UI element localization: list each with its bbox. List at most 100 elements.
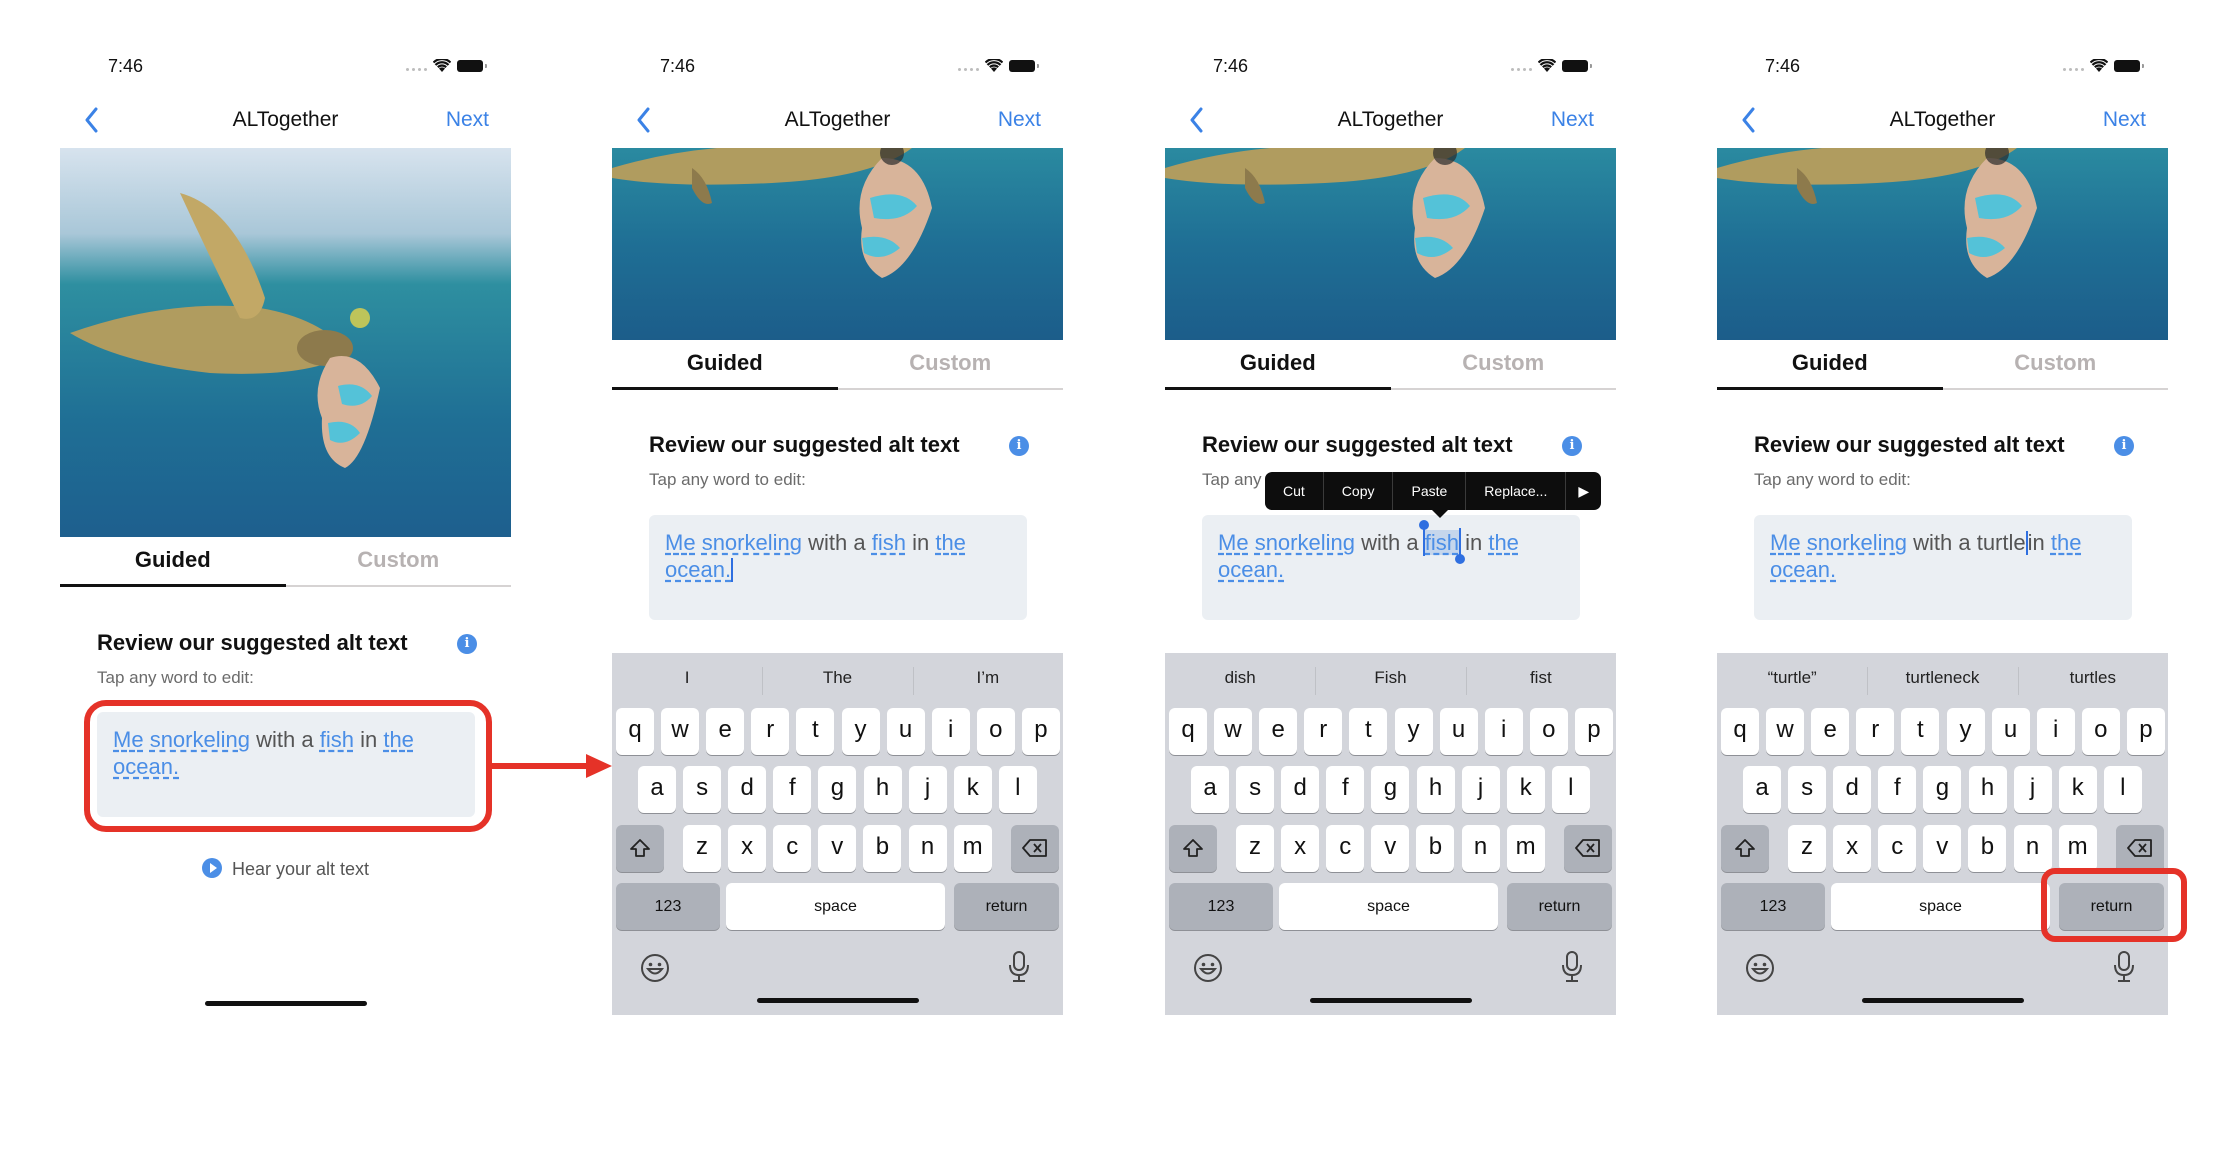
key-o[interactable]: o	[2081, 708, 2120, 755]
alt-word[interactable]: snorkeling	[1807, 530, 1907, 555]
tab-custom[interactable]: Custom	[1942, 340, 2168, 390]
key-a[interactable]: a	[638, 766, 676, 813]
shift-key[interactable]	[616, 825, 664, 872]
alt-word[interactable]: Me	[1770, 530, 1801, 555]
alt-word[interactable]: fish	[872, 530, 906, 555]
alt-word[interactable]: with a	[808, 530, 865, 555]
key-j[interactable]: j	[908, 766, 947, 813]
microphone-icon[interactable]	[2113, 950, 2135, 984]
cut-menu-item[interactable]: Cut	[1265, 472, 1324, 510]
key-b[interactable]: b	[1416, 825, 1455, 872]
key-o[interactable]: o	[976, 708, 1015, 755]
key-i[interactable]: i	[1484, 708, 1523, 755]
alt-word[interactable]: the	[2051, 530, 2082, 555]
alt-word[interactable]: with a	[256, 727, 313, 752]
key-c[interactable]: c	[773, 825, 812, 872]
selection-handle-start[interactable]	[1418, 520, 1429, 556]
predictive-suggestion[interactable]: “turtle”	[1717, 653, 1867, 703]
key-e[interactable]: e	[706, 708, 745, 755]
key-y[interactable]: y	[1946, 708, 1985, 755]
predictive-suggestion[interactable]: dish	[1165, 653, 1315, 703]
key-q[interactable]: q	[1169, 708, 1207, 755]
predictive-suggestion[interactable]: turtles	[2017, 653, 2168, 703]
tab-guided[interactable]: Guided	[60, 537, 286, 587]
hear-alt-text-button[interactable]: Hear your alt text	[60, 858, 511, 880]
key-v[interactable]: v	[1371, 825, 1410, 872]
emoji-icon[interactable]	[1745, 953, 1775, 983]
more-menu-arrow[interactable]: ▶	[1566, 472, 1601, 510]
info-icon[interactable]: i	[2114, 436, 2134, 456]
space-key[interactable]: space	[1279, 883, 1498, 930]
key-w[interactable]: w	[1766, 708, 1805, 755]
alt-word[interactable]: in	[360, 727, 377, 752]
predictive-suggestion[interactable]: Fish	[1315, 653, 1465, 703]
key-p[interactable]: p	[1574, 708, 1613, 755]
key-f[interactable]: f	[1326, 766, 1365, 813]
space-key[interactable]: space	[1831, 883, 2050, 930]
key-q[interactable]: q	[616, 708, 654, 755]
key-j[interactable]: j	[1461, 766, 1500, 813]
key-t[interactable]: t	[1901, 708, 1940, 755]
alt-text-box[interactable]: Me snorkeling with a fish in the ocean.	[649, 515, 1027, 620]
key-d[interactable]: d	[1833, 766, 1872, 813]
key-r[interactable]: r	[1304, 708, 1343, 755]
key-e[interactable]: e	[1811, 708, 1850, 755]
key-m[interactable]: m	[1506, 825, 1545, 872]
key-b[interactable]: b	[863, 825, 902, 872]
key-w[interactable]: w	[1214, 708, 1253, 755]
key-k[interactable]: k	[953, 766, 992, 813]
key-u[interactable]: u	[1439, 708, 1478, 755]
predictive-suggestion[interactable]: fist	[1465, 653, 1616, 703]
key-z[interactable]: z	[1788, 825, 1826, 872]
replace-menu-item[interactable]: Replace...	[1466, 472, 1567, 510]
alt-word[interactable]: with a	[1913, 530, 1970, 555]
alt-word[interactable]: fish	[1418, 520, 1465, 564]
key-e[interactable]: e	[1259, 708, 1298, 755]
key-y[interactable]: y	[841, 708, 880, 755]
key-d[interactable]: d	[1281, 766, 1320, 813]
key-s[interactable]: s	[683, 766, 722, 813]
alt-word[interactable]: the	[383, 727, 414, 752]
numbers-key[interactable]: 123	[1169, 883, 1273, 930]
alt-word[interactable]: the	[1488, 530, 1519, 555]
key-l[interactable]: l	[2103, 766, 2142, 813]
shift-key[interactable]	[1721, 825, 1769, 872]
alt-word[interactable]: snorkeling	[702, 530, 802, 555]
backspace-key[interactable]	[1011, 825, 1059, 872]
key-u[interactable]: u	[886, 708, 925, 755]
key-a[interactable]: a	[1743, 766, 1781, 813]
tab-guided[interactable]: Guided	[612, 340, 838, 390]
key-g[interactable]: g	[818, 766, 857, 813]
numbers-key[interactable]: 123	[1721, 883, 1825, 930]
emoji-icon[interactable]	[640, 953, 670, 983]
predictive-suggestion[interactable]: I’m	[912, 653, 1063, 703]
key-i[interactable]: i	[2036, 708, 2075, 755]
key-c[interactable]: c	[1326, 825, 1365, 872]
key-v[interactable]: v	[1923, 825, 1962, 872]
key-n[interactable]: n	[2013, 825, 2052, 872]
key-x[interactable]: x	[1833, 825, 1872, 872]
key-t[interactable]: t	[796, 708, 835, 755]
key-v[interactable]: v	[818, 825, 857, 872]
key-y[interactable]: y	[1394, 708, 1433, 755]
alt-word[interactable]: the	[935, 530, 966, 555]
key-u[interactable]: u	[1991, 708, 2030, 755]
alt-text-box[interactable]: Me snorkeling with a fish in the ocean.	[1202, 515, 1580, 620]
key-g[interactable]: g	[1371, 766, 1410, 813]
key-g[interactable]: g	[1923, 766, 1962, 813]
key-l[interactable]: l	[998, 766, 1037, 813]
info-icon[interactable]: i	[1562, 436, 1582, 456]
key-n[interactable]: n	[908, 825, 947, 872]
key-h[interactable]: h	[1416, 766, 1455, 813]
alt-word[interactable]: ocean.	[113, 754, 179, 779]
key-s[interactable]: s	[1788, 766, 1827, 813]
alt-word[interactable]: turtle	[1977, 530, 2026, 555]
space-key[interactable]: space	[726, 883, 945, 930]
alt-word[interactable]: ocean.	[1770, 557, 1836, 582]
key-n[interactable]: n	[1461, 825, 1500, 872]
info-icon[interactable]: i	[457, 634, 477, 654]
key-p[interactable]: p	[2126, 708, 2165, 755]
key-i[interactable]: i	[931, 708, 970, 755]
alt-text-box[interactable]: Me snorkeling with a fish in the ocean.	[97, 712, 475, 817]
alt-word[interactable]: snorkeling	[150, 727, 250, 752]
